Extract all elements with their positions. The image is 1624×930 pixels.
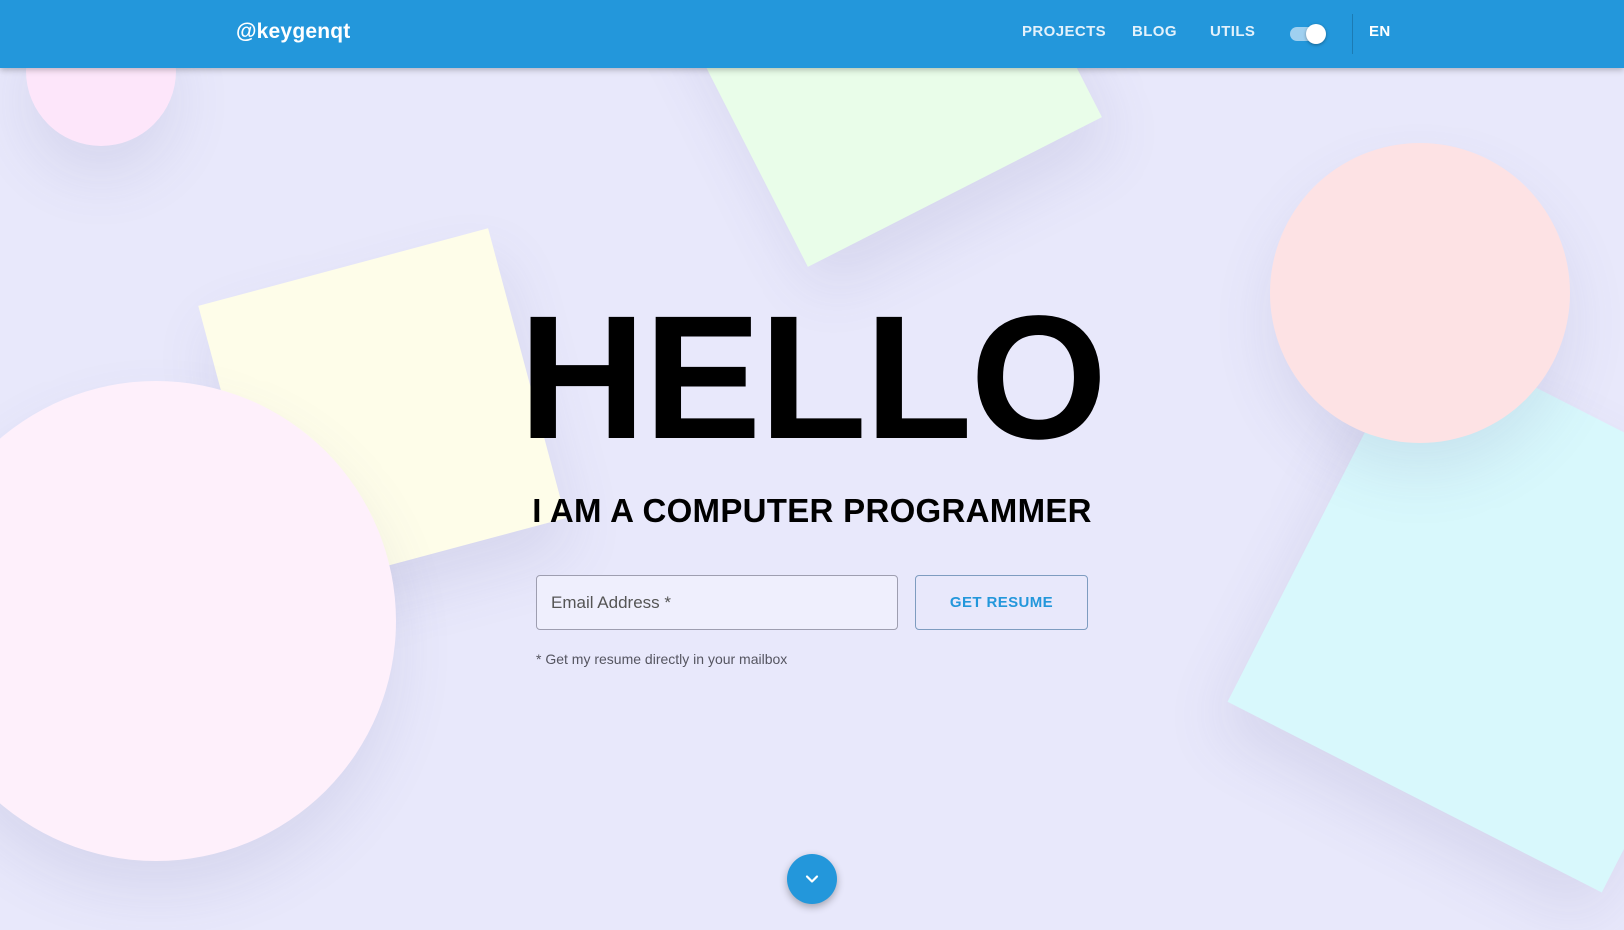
chevron-down-icon — [805, 875, 819, 883]
header-divider — [1352, 14, 1353, 54]
email-field — [536, 575, 898, 630]
language-selector[interactable]: EN — [1369, 23, 1391, 40]
top-app-bar: @keygenqt PROJECTS BLOG UTILS EN — [0, 0, 1624, 68]
theme-toggle[interactable] — [1288, 24, 1326, 44]
email-helper-text: * Get my resume directly in your mailbox — [536, 651, 788, 667]
email-input[interactable] — [537, 576, 897, 629]
scroll-down-button[interactable] — [787, 854, 837, 904]
hero-subtitle: I AM A COMPUTER PROGRAMMER — [532, 492, 1092, 529]
brand-link[interactable]: @keygenqt — [236, 20, 350, 44]
nav-link-utils[interactable]: UTILS — [1210, 23, 1255, 40]
nav-link-blog[interactable]: BLOG — [1132, 23, 1177, 40]
hero-title: HELLO — [518, 280, 1107, 476]
nav-link-projects[interactable]: PROJECTS — [1022, 23, 1106, 40]
theme-toggle-thumb — [1306, 24, 1326, 44]
get-resume-button[interactable]: GET RESUME — [915, 575, 1088, 630]
